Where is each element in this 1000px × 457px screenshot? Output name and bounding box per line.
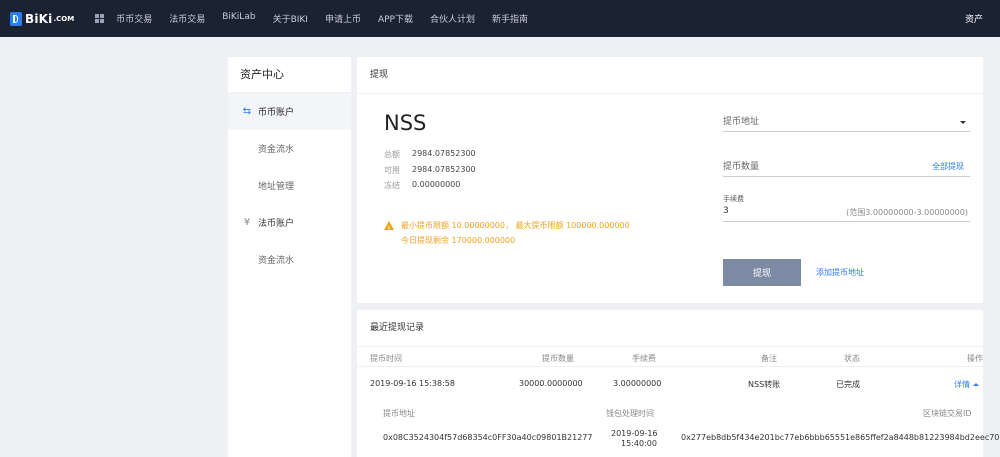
nav-item-about[interactable]: 关于BIKI (273, 12, 308, 25)
sidebar-item-fiat-flow[interactable]: 资金流水 (228, 241, 351, 278)
row-amount: 30000.0000000 (519, 379, 583, 388)
sidebar-item-fiat-account[interactable]: ¥ 法币账户 (228, 204, 351, 241)
row-time: 2019-09-16 15:38:58 (370, 379, 455, 388)
sidebar-title: 资产中心 (228, 57, 351, 93)
address-placeholder: 提币地址 (723, 117, 760, 127)
row-status: 已完成 (836, 380, 860, 389)
balance-available: 可用 2984.07852300 (384, 165, 476, 176)
nav-item-partner[interactable]: 合伙人计划 (430, 12, 475, 25)
fee-range: (范围3.00000000-3.00000000) (846, 208, 968, 217)
apps-grid-icon[interactable] (95, 14, 105, 23)
brand-logo[interactable]: BiKi .COM (10, 11, 75, 26)
detail-address: 0x08C3524304f57d68354c0FF30a40c09801B212… (383, 433, 593, 442)
add-address-link[interactable]: 添加提币地址 (816, 267, 864, 278)
row-detail-toggle[interactable]: 详情 (954, 379, 979, 390)
withdraw-button[interactable]: 提现 (723, 259, 801, 286)
nav-item-fiat-trade[interactable]: 法币交易 (169, 12, 205, 25)
detail-address-label: 提币地址 (383, 409, 415, 418)
detail-wallet-date: 2019-09-16 (611, 429, 658, 438)
amount-input[interactable]: 提币数量 全部提现 (723, 157, 970, 177)
balance-frozen: 冻结 0.00000000 (384, 180, 460, 191)
available-label: 可用 (384, 166, 400, 175)
withdraw-panel: 提现 NSS 总额 2984.07852300 可用 2984.07852300… (357, 57, 983, 303)
withdraw-limit-notice: 最小提币限额 10.00000000， 最大提币限额 100000.000000… (384, 218, 630, 248)
detail-wallet-time: 15:40:00 (621, 439, 657, 448)
records-table-header: 提币时间 提币数量 手续费 备注 状态 操作 (357, 347, 983, 367)
warning-icon (384, 221, 394, 237)
fee-field[interactable]: 手续费 3 (范围3.00000000-3.00000000) (723, 191, 970, 222)
nav-item-apply-listing[interactable]: 申请上币 (325, 12, 361, 25)
nav-item-guide[interactable]: 新手指南 (492, 12, 528, 25)
total-value: 2984.07852300 (412, 149, 476, 158)
detail-link-label: 详情 (954, 380, 970, 389)
logo-icon (10, 11, 22, 26)
coin-symbol: NSS (384, 111, 427, 135)
withdraw-header: 提现 (357, 57, 983, 94)
detail-wallet-time-label: 钱包处理时间 (606, 409, 654, 418)
nav-item-spot-trade[interactable]: 币币交易 (116, 12, 152, 25)
address-select[interactable]: 提币地址 (723, 112, 970, 132)
col-fee: 手续费 (632, 354, 656, 363)
col-time: 提币时间 (370, 354, 402, 363)
limit-line-2: 今日提现剩余 170000.000000 (401, 236, 516, 245)
nav-item-app-download[interactable]: APP下载 (378, 12, 413, 25)
detail-txid: 0x277eb8db5f434e201bc77eb6bbb65551e865ff… (681, 433, 1000, 442)
total-label: 总额 (384, 150, 400, 159)
col-remark: 备注 (761, 354, 777, 363)
nav-assets[interactable]: 资产 (965, 12, 983, 25)
sidebar-item-coin-flow[interactable]: 资金流水 (228, 130, 351, 167)
sidebar-item-label: 法币账户 (258, 219, 295, 229)
fee-label: 手续费 (723, 195, 744, 203)
sidebar-item-address-management[interactable]: 地址管理 (228, 167, 351, 204)
col-amount: 提币数量 (542, 354, 574, 363)
available-value: 2984.07852300 (412, 165, 476, 174)
records-header: 最近提现记录 (357, 310, 983, 347)
limit-line-1: 最小提币限额 10.00000000， 最大提币限额 100000.000000 (401, 221, 630, 230)
brand-suffix: .COM (53, 14, 75, 23)
frozen-value: 0.00000000 (412, 180, 461, 189)
table-row: 2019-09-16 15:38:58 30000.0000000 3.0000… (357, 368, 983, 400)
row-remark: NSS转账 (748, 380, 781, 389)
yen-icon: ¥ (243, 217, 251, 228)
caret-up-icon (973, 383, 979, 386)
nav-item-bikilab[interactable]: BiKiLab (222, 12, 255, 25)
top-navbar: BiKi .COM 币币交易 法币交易 BiKiLab 关于BIKI 申请上币 … (0, 0, 1000, 37)
row-fee: 3.00000000 (613, 379, 662, 388)
caret-down-icon (960, 121, 966, 124)
detail-txid-label: 区块链交易ID (923, 409, 972, 418)
fee-value: 3 (723, 206, 729, 216)
col-status: 状态 (844, 354, 860, 363)
amount-placeholder: 提币数量 (723, 162, 760, 172)
frozen-label: 冻结 (384, 181, 400, 190)
sidebar-item-coin-account[interactable]: ⇆ 币币账户 (228, 93, 351, 130)
withdraw-records-panel: 最近提现记录 提币时间 提币数量 手续费 备注 状态 操作 2019-09-16… (357, 310, 1000, 457)
col-action: 操作 (967, 354, 983, 363)
withdraw-all-link[interactable]: 全部提现 (932, 161, 964, 172)
main-nav: 币币交易 法币交易 BiKiLab 关于BIKI 申请上币 APP下载 合伙人计… (116, 12, 545, 25)
asset-sidebar: 资产中心 ⇆ 币币账户 资金流水 地址管理 ¥ 法币账户 资金流水 (228, 57, 351, 457)
sidebar-item-label: 币币账户 (258, 108, 295, 118)
brand-name: BiKi (25, 11, 53, 26)
exchange-icon: ⇆ (242, 106, 252, 117)
balance-total: 总额 2984.07852300 (384, 149, 476, 160)
